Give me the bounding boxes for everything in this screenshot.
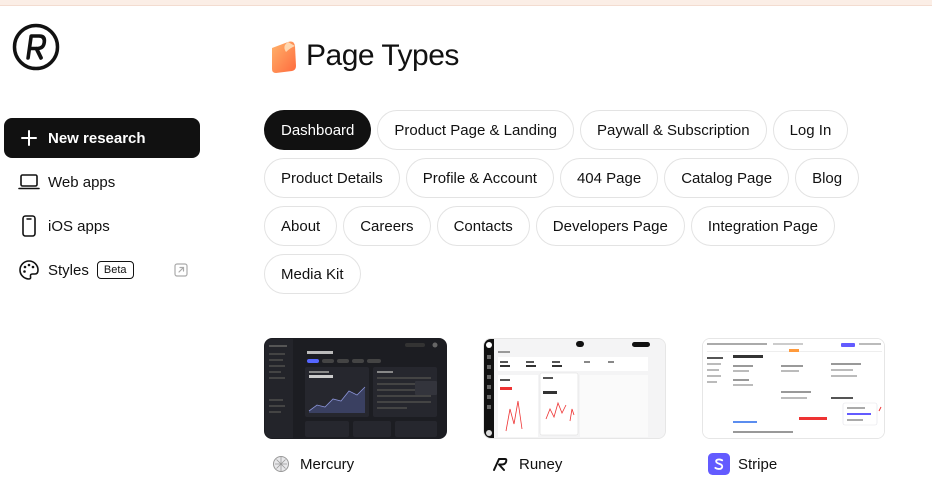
chip-dashboard[interactable]: Dashboard bbox=[264, 110, 372, 150]
card-title: Runey bbox=[519, 455, 563, 473]
mercury-logo-icon bbox=[270, 453, 292, 475]
sidebar-item-styles[interactable]: Styles Beta bbox=[4, 250, 200, 290]
chip-developers-page[interactable]: Developers Page bbox=[535, 206, 685, 246]
nav-label-new-research: New research bbox=[48, 129, 146, 147]
stripe-logo-icon bbox=[708, 453, 730, 475]
card-thumbnail[interactable] bbox=[702, 338, 885, 439]
card-thumbnail[interactable] bbox=[483, 338, 666, 439]
chip-404-page[interactable]: 404 Page bbox=[559, 158, 659, 198]
sidebar-nav: New research Web apps iOS apps Styles Be… bbox=[4, 118, 200, 294]
chip-paywall-subscription[interactable]: Paywall & Subscription bbox=[580, 110, 767, 150]
plus-icon bbox=[18, 127, 40, 149]
chip-media-kit[interactable]: Media Kit bbox=[264, 254, 361, 294]
card-meta: Stripe bbox=[702, 453, 885, 475]
page-facing-up-icon bbox=[272, 41, 296, 73]
chip-log-in[interactable]: Log In bbox=[772, 110, 849, 150]
chip-careers[interactable]: Careers bbox=[343, 206, 431, 246]
card-meta: Mercury bbox=[264, 453, 447, 475]
card-meta: Runey bbox=[483, 453, 666, 475]
sidebar-item-web-apps[interactable]: Web apps bbox=[4, 162, 200, 202]
top-banner-strip bbox=[0, 0, 932, 6]
card-thumbnail[interactable] bbox=[264, 338, 447, 439]
runey-logo-icon bbox=[489, 453, 511, 475]
page-type-filter-chips: Dashboard Product Page & Landing Paywall &… bbox=[264, 110, 884, 294]
chip-profile-account[interactable]: Profile & Account bbox=[405, 158, 554, 198]
nav-label-web-apps: Web apps bbox=[48, 173, 116, 191]
chip-contacts[interactable]: Contacts bbox=[436, 206, 530, 246]
laptop-icon bbox=[18, 171, 40, 193]
chip-product-page-landing[interactable]: Product Page & Landing bbox=[377, 110, 575, 150]
registered-logo-icon[interactable] bbox=[12, 23, 60, 71]
page-title-row: Page Types bbox=[268, 38, 459, 74]
external-link-icon[interactable] bbox=[174, 263, 188, 277]
chip-catalog-page[interactable]: Catalog Page bbox=[664, 158, 790, 198]
result-card-runey[interactable]: Runey bbox=[483, 338, 666, 475]
beta-badge: Beta bbox=[96, 261, 134, 279]
chip-integration-page[interactable]: Integration Page bbox=[690, 206, 835, 246]
chip-blog[interactable]: Blog bbox=[795, 158, 860, 198]
page-title: Page Types bbox=[306, 39, 459, 72]
nav-label-styles: Styles bbox=[48, 261, 89, 279]
chip-about[interactable]: About bbox=[264, 206, 338, 246]
sidebar-item-ios-apps[interactable]: iOS apps bbox=[4, 206, 200, 246]
nav-label-ios-apps: iOS apps bbox=[48, 217, 110, 235]
result-card-mercury[interactable]: Mercury bbox=[264, 338, 447, 475]
card-title: Stripe bbox=[738, 455, 778, 473]
chip-product-details[interactable]: Product Details bbox=[264, 158, 400, 198]
palette-icon bbox=[18, 259, 40, 281]
phone-icon bbox=[18, 215, 40, 237]
results-grid: Mercury Runey Stripe bbox=[264, 338, 885, 475]
new-research-button[interactable]: New research bbox=[4, 118, 200, 158]
card-title: Mercury bbox=[300, 455, 355, 473]
result-card-stripe[interactable]: Stripe bbox=[702, 338, 885, 475]
